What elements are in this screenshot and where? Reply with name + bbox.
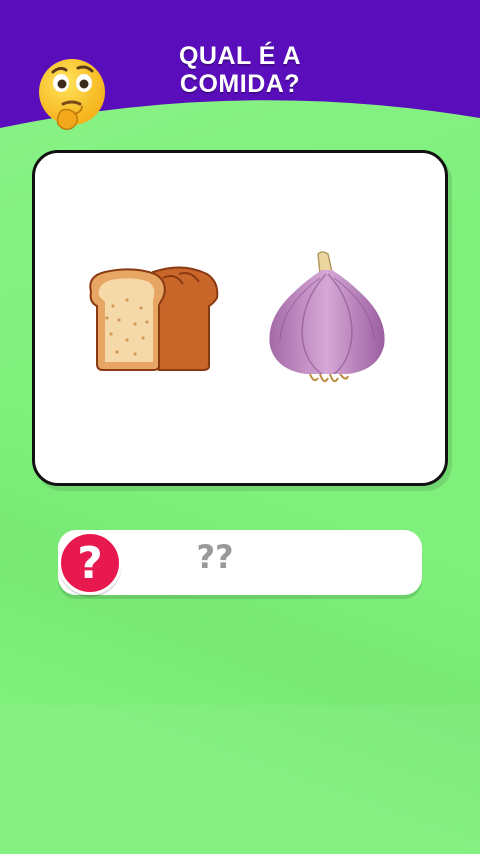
title-line-2: COMIDA? [179,70,301,98]
answer-placeholder: ?? [196,538,234,576]
question-mark-icon: ? [58,531,122,595]
garlic-icon [262,250,392,390]
background-band [0,705,480,854]
thinking-face-icon [36,56,108,136]
title-line-1: QUAL É A [178,42,302,70]
page-title: QUAL É A COMIDA? [140,42,340,98]
bread-icon [83,262,221,374]
